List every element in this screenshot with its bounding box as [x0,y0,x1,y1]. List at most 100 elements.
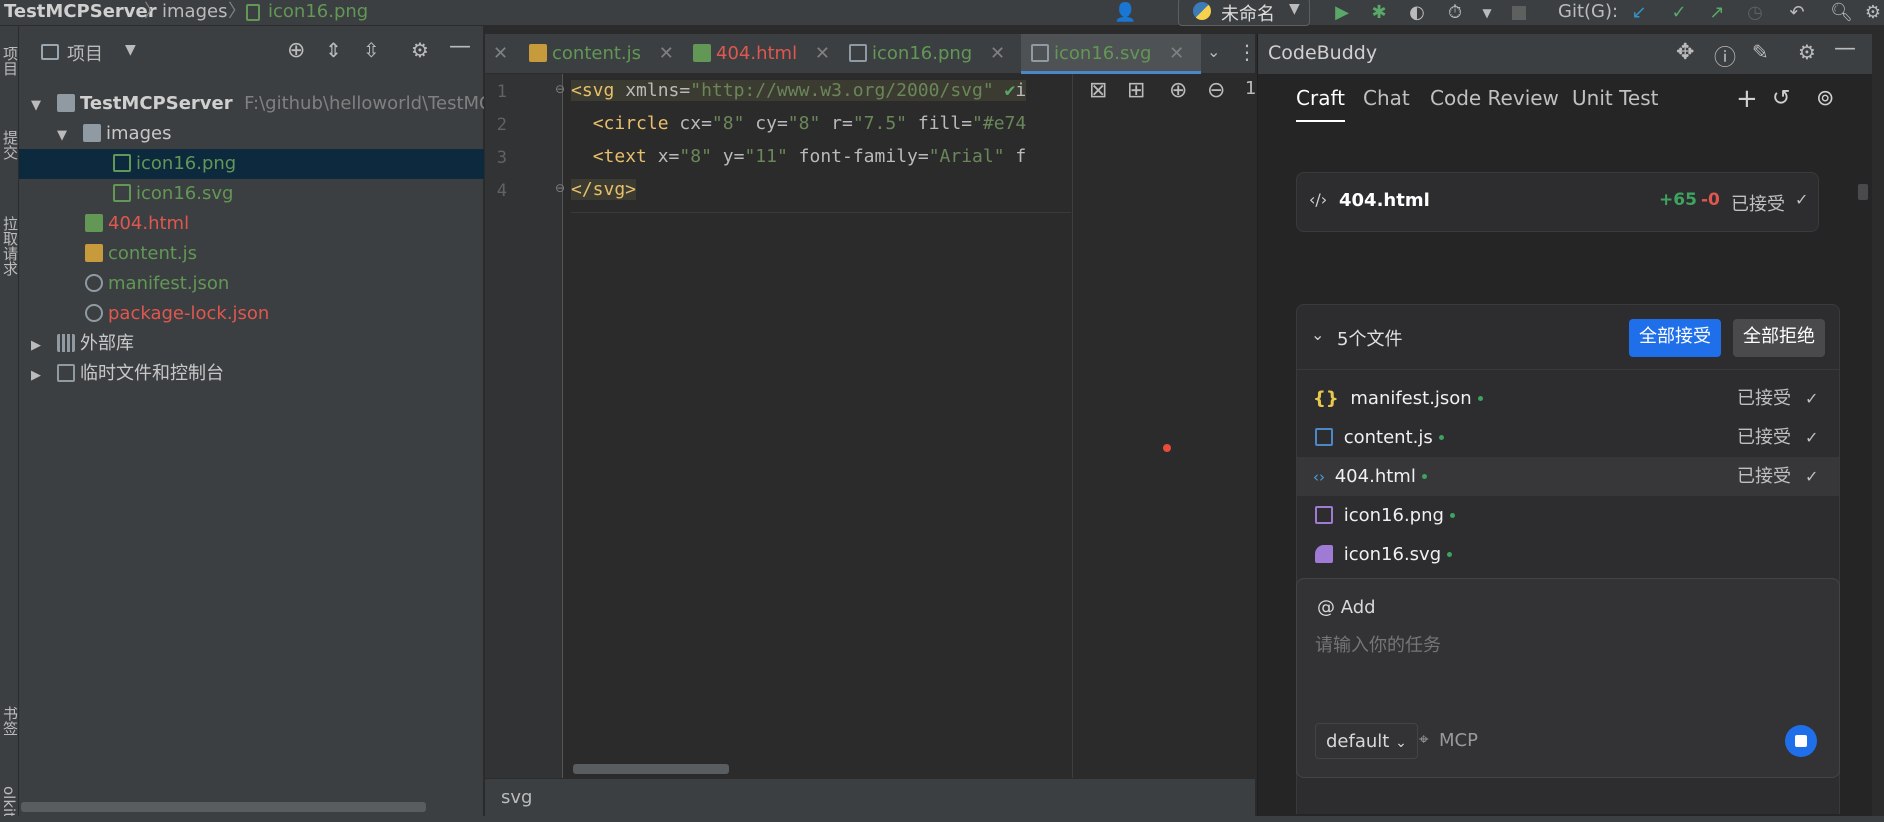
tree-item-manifest-json[interactable]: manifest.json [19,269,484,299]
chevron-down-icon[interactable]: ▼ [31,91,51,119]
locate-icon[interactable]: ⊕ [287,38,305,63]
breadcrumb-project[interactable]: TestMCPServer [4,0,157,26]
tab-404-html[interactable]: 404.html ✕ [693,34,843,74]
breadcrumb-file[interactable]: icon16.png [268,0,368,26]
chevron-down-icon[interactable]: ⌄ [1311,325,1324,344]
svg-file-icon [113,184,131,202]
profile-icon[interactable]: ⏱ [1444,2,1466,24]
collapse-all-icon[interactable]: ⇳ [363,38,380,62]
tab-icon16-png[interactable]: icon16.png ✕ [849,34,1019,74]
file-row-404-html[interactable]: ‹› 404.html 已接受 ✓ [1297,457,1839,496]
tool-commit[interactable]: 提交 [0,130,21,160]
tree-item-scratches[interactable]: ▶ 临时文件和控制台 [19,359,484,389]
more-icon[interactable]: ⋮ [1237,40,1257,64]
help-icon[interactable]: ⓘ [1714,40,1736,72]
git-push-icon[interactable]: ↗ [1706,2,1728,24]
tree-item-icon16-svg[interactable]: icon16.svg [19,179,484,209]
task-input-box[interactable]: @ Add default ⌄ ⌖ MCP [1296,578,1840,778]
zoom-in-icon[interactable]: ⊕ [1169,78,1187,103]
file-row-icon16-svg[interactable]: icon16.svg [1297,535,1839,574]
chevron-down-icon[interactable]: ▼ [125,42,136,58]
move-icon[interactable]: ✥ [1676,40,1694,65]
user-icon[interactable]: 👤 [1114,2,1136,24]
settings-icon[interactable]: ⚙ [1862,2,1884,24]
history-icon[interactable]: ◷ [1744,2,1766,24]
run-icon[interactable]: ▶ [1331,2,1353,24]
history-icon[interactable]: ↺ [1772,86,1790,111]
json-icon: {} [1313,388,1339,409]
git-commit-icon[interactable]: ✓ [1668,2,1690,24]
tree-item-package-lock-json[interactable]: package-lock.json [19,299,484,329]
actual-size-icon[interactable]: 1 [1245,78,1256,99]
tool-bookmarks[interactable]: 书签 [0,706,21,736]
edit-icon[interactable]: ✎ [1752,40,1769,64]
tab-code-review[interactable]: Code Review [1430,86,1559,122]
run-config-select[interactable]: 未命名 ▼ [1178,0,1310,26]
tree-item-images[interactable]: ▼ images [19,119,484,149]
project-horizontal-scrollbar[interactable] [21,802,426,812]
more-run-icon[interactable]: ▼ [1476,2,1498,24]
gear-icon[interactable]: ⚙ [411,38,429,62]
zoom-out-icon[interactable]: ⊖ [1207,78,1225,103]
tool-toolkit[interactable]: olkit [0,786,18,818]
model-select[interactable]: default ⌄ [1315,723,1418,759]
close-icon[interactable]: ✕ [659,43,674,64]
close-icon[interactable]: ✕ [815,43,830,64]
tab-craft[interactable]: Craft [1296,86,1345,122]
tree-item-root[interactable]: ▼ TestMCPServer F:\github\helloworld\Test… [19,89,484,119]
diff-summary-card[interactable]: ‹/› 404.html +65 -0 已接受 ✓ [1296,172,1819,232]
diff-status: 已接受 [1731,194,1785,215]
tool-pull-requests[interactable]: 拉取请求 [0,216,21,276]
svg-preview-image [1163,444,1171,452]
minimize-icon[interactable]: — [1834,36,1856,61]
tab-content-js[interactable]: content.js ✕ [529,34,689,74]
fold-icon[interactable]: ⊖ [555,181,565,195]
transparency-icon[interactable]: ⊠ [1089,78,1107,103]
tab-chat[interactable]: Chat [1363,86,1410,122]
tree-item-content-js[interactable]: content.js [19,239,484,269]
breadcrumb-folder[interactable]: images [162,0,227,26]
accept-all-button[interactable]: 全部接受 [1629,319,1721,357]
settings-icon[interactable]: ⊚ [1816,86,1834,111]
structure-breadcrumb[interactable]: svg [501,787,532,808]
tab-icon16-svg[interactable]: icon16.svg ✕ [1021,34,1201,74]
rollback-icon[interactable]: ↶ [1786,2,1808,24]
chevron-right-icon[interactable]: ▶ [31,331,51,359]
debug-icon[interactable]: ✱ [1368,2,1390,24]
fold-icon[interactable]: ⊖ [555,82,565,96]
mcp-button[interactable]: MCP [1439,730,1478,751]
editor-tab-bar: ✕ content.js ✕ 404.html ✕ icon16.png ✕ i… [485,34,1257,74]
codebuddy-scrollbar[interactable] [1858,184,1868,200]
code-line-1: <svg xmlns="http://www.w3.org/2000/svg" … [571,80,1027,101]
file-row-icon16-png[interactable]: icon16.png [1297,496,1839,535]
close-icon[interactable]: ✕ [990,43,1005,64]
code-editor[interactable]: 1 2 3 4 ⊖ ⊖ <svg xmlns="http://www.w3.or… [485,74,1256,778]
grid-icon[interactable]: ⊞ [1127,78,1145,103]
task-input[interactable] [1315,631,1815,701]
minimize-icon[interactable]: — [449,34,471,59]
add-context-button[interactable]: @ Add [1317,597,1376,618]
chevron-right-icon[interactable]: ▶ [31,361,51,389]
expand-all-icon[interactable]: ⇕ [325,38,342,62]
tree-item-404-html[interactable]: 404.html [19,209,484,239]
close-icon[interactable]: ✕ [1169,43,1184,64]
tab-unit-test[interactable]: Unit Test [1572,86,1658,122]
chevron-down-icon[interactable]: ▼ [57,121,77,149]
new-chat-icon[interactable]: + [1736,84,1758,114]
tree-item-icon16-png[interactable]: icon16.png [19,149,484,179]
search-icon[interactable]: 🔍︎ [1830,2,1853,24]
chevron-down-icon[interactable]: ⌄ [1207,42,1220,61]
reject-all-button[interactable]: 全部拒绝 [1733,319,1825,357]
stop-icon[interactable] [1512,6,1526,20]
file-row-content-js[interactable]: content.js 已接受 ✓ [1297,418,1839,457]
file-row-manifest-json[interactable]: {} manifest.json 已接受 ✓ [1297,379,1839,418]
tree-item-external-libraries[interactable]: ▶ 外部库 [19,329,484,359]
stop-button[interactable] [1785,725,1817,757]
gear-icon[interactable]: ⚙ [1798,40,1816,64]
coverage-icon[interactable]: ◐ [1406,2,1428,24]
project-view-title[interactable]: 项目 [67,40,103,66]
tool-project[interactable]: 项目 [0,46,21,76]
close-icon[interactable]: ✕ [493,43,508,64]
git-update-icon[interactable]: ↙ [1628,2,1650,24]
editor-horizontal-scrollbar[interactable] [573,764,729,774]
